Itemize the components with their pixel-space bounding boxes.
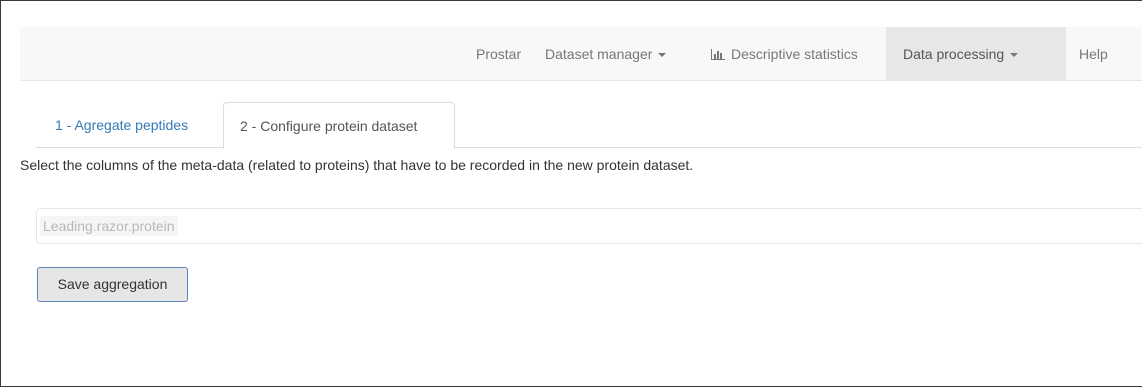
bar-chart-icon — [711, 49, 725, 60]
tab-bar: 1 - Agregate peptides 2 - Configure prot… — [36, 102, 1142, 149]
nav-prostar[interactable]: Prostar — [476, 27, 521, 81]
caret-down-icon — [658, 53, 667, 58]
caret-down-icon — [1010, 53, 1019, 58]
selected-column-chip[interactable]: Leading.razor.protein — [40, 216, 178, 236]
instructions-text: Select the columns of the meta-data (rel… — [20, 157, 694, 173]
nav-prostar-label: Prostar — [476, 46, 522, 62]
nav-dataset-manager-label: Dataset manager — [545, 46, 653, 62]
save-aggregation-button[interactable]: Save aggregation — [37, 267, 188, 302]
nav-data-processing-label: Data processing — [903, 46, 1005, 62]
nav-help[interactable]: Help — [1079, 27, 1108, 81]
app-frame: Prostar Dataset manager Descriptive stat… — [0, 0, 1142, 387]
tab-configure-protein-dataset[interactable]: 2 - Configure protein dataset — [223, 102, 455, 149]
nav-data-processing[interactable]: Data processing — [886, 27, 1066, 81]
top-navbar: Prostar Dataset manager Descriptive stat… — [20, 27, 1142, 81]
tab-agregate-peptides-label: 1 - Agregate peptides — [55, 117, 189, 133]
nav-descriptive-statistics[interactable]: Descriptive statistics — [711, 27, 858, 81]
tab-agregate-peptides[interactable]: 1 - Agregate peptides — [55, 102, 188, 148]
nav-descriptive-statistics-label: Descriptive statistics — [731, 46, 858, 62]
tab-configure-protein-dataset-label: 2 - Configure protein dataset — [240, 118, 418, 134]
metadata-columns-select[interactable]: Leading.razor.protein — [36, 208, 1142, 244]
nav-dataset-manager[interactable]: Dataset manager — [545, 27, 667, 81]
nav-help-label: Help — [1079, 46, 1108, 62]
